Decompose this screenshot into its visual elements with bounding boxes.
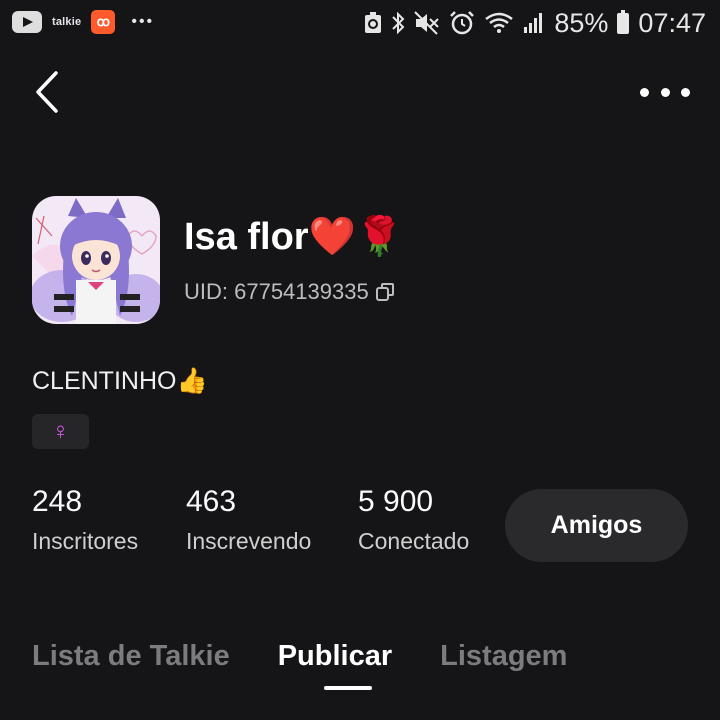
stat-value: 248 — [32, 485, 83, 518]
bluetooth-icon — [392, 11, 405, 35]
friends-button[interactable]: Amigos — [505, 489, 688, 562]
stat-connected[interactable]: 5 900 Conectado — [358, 484, 469, 556]
stat-label: Inscritores — [32, 528, 139, 554]
profile-bio: CLENTINHO👍 — [32, 367, 208, 395]
gender-badge: ♀ — [32, 414, 89, 449]
more-notifications-icon: ••• — [131, 13, 155, 30]
top-nav — [0, 60, 720, 120]
tab-listing[interactable]: Listagem — [440, 632, 567, 680]
copy-icon[interactable] — [375, 282, 395, 302]
more-options-button[interactable] — [640, 80, 690, 104]
mute-icon — [414, 11, 440, 35]
avatar-image — [32, 196, 160, 324]
signal-icon — [524, 13, 543, 33]
stat-subscribing[interactable]: 463 Inscrevendo — [186, 484, 311, 556]
status-bar: talkie ꝏ ••• 85% 07:47 — [0, 0, 720, 48]
more-horizontal-icon — [640, 87, 649, 97]
profile-name: Isa flor❤️🌹 — [184, 216, 404, 258]
status-bar-right: 85% 07:47 — [364, 4, 706, 42]
uid-text: UID: 67754139335 — [184, 279, 369, 304]
active-tab-indicator — [324, 686, 372, 690]
tab-talkie-list[interactable]: Lista de Talkie — [32, 632, 230, 680]
stat-value: 5 900 — [358, 485, 434, 518]
status-bar-left: talkie ꝏ ••• — [12, 10, 154, 34]
clock: 07:47 — [638, 8, 706, 38]
uid-row: UID: 67754139335 — [184, 278, 395, 306]
tab-publish[interactable]: Publicar — [278, 632, 392, 680]
avatar[interactable] — [32, 196, 160, 324]
wifi-icon — [485, 12, 514, 33]
stat-subscribers[interactable]: 248 Inscritores — [32, 484, 138, 556]
battery-percent: 85% — [554, 8, 609, 38]
stat-label: Conectado — [358, 528, 470, 554]
back-button[interactable] — [30, 70, 70, 114]
stat-label: Inscrevendo — [186, 528, 312, 554]
kwai-icon: ꝏ — [91, 10, 116, 34]
talkie-icon: talkie — [52, 16, 82, 28]
female-icon: ♀ — [51, 417, 70, 445]
alarm-icon — [450, 11, 475, 35]
data-saver-icon — [365, 12, 382, 33]
stat-value: 463 — [186, 485, 237, 518]
profile-tabs: Lista de Talkie Publicar Listagem — [32, 632, 567, 680]
youtube-icon — [12, 11, 42, 33]
chevron-left-icon — [36, 71, 58, 113]
battery-charging-icon — [617, 9, 630, 34]
